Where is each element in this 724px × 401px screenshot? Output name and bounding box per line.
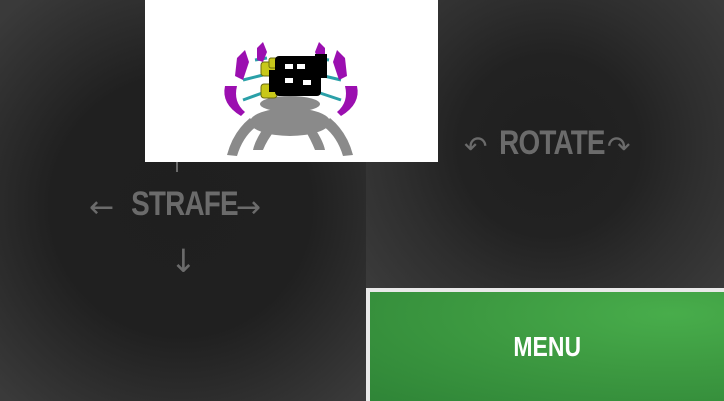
menu-button[interactable]: MENU (366, 288, 724, 401)
menu-button-face[interactable]: MENU (370, 292, 724, 401)
menu-label: MENU (513, 330, 581, 362)
hexapod-robot-icon (224, 42, 358, 156)
arrow-left-icon: ← (89, 190, 115, 225)
arrow-down-icon: ↓ (170, 242, 197, 280)
rotate-cw-icon: ↷ (607, 130, 631, 163)
rotate-ccw-icon: ↶ (464, 130, 488, 163)
robot-viewport (145, 0, 438, 162)
arrow-right-icon: → (236, 190, 262, 225)
rotate-label: ROTATE (499, 124, 605, 162)
strafe-label: STRAFE (131, 185, 238, 223)
